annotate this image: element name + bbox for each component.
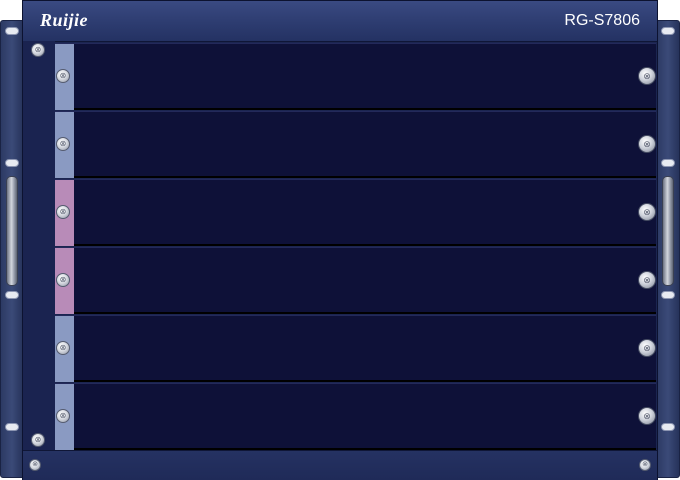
ear-mount-hole: [661, 291, 675, 299]
footer-screw-icon: ⊗: [639, 459, 651, 471]
rail-screw-icon: ⊗: [31, 433, 45, 447]
slot-5[interactable]: ⊗ ⊗: [55, 315, 656, 382]
slot-right-screw-icon: ⊗: [638, 135, 656, 153]
left-mounting-ear: [0, 20, 24, 478]
chassis-header: Ruijie RG-S7806: [23, 1, 657, 42]
right-mounting-ear: [656, 20, 680, 478]
right-handle[interactable]: [662, 176, 674, 286]
slot-left-screw-icon: ⊗: [56, 273, 70, 287]
ear-mount-hole: [661, 423, 675, 431]
ear-mount-hole: [661, 159, 675, 167]
ear-mount-hole: [5, 291, 19, 299]
slot-left-screw-icon: ⊗: [56, 137, 70, 151]
slot-1[interactable]: ⊗ ⊗: [55, 43, 656, 110]
slot-right-screw-icon: ⊗: [638, 203, 656, 221]
slot-2[interactable]: ⊗ ⊗: [55, 111, 656, 178]
slot-left-screw-icon: ⊗: [56, 69, 70, 83]
slot-right-screw-icon: ⊗: [638, 67, 656, 85]
switch-chassis: Ruijie RG-S7806 ⊗ ⊗ ⊗ ⊗ ⊗ ⊗ ⊗ ⊗ ⊗ ⊗ ⊗ ⊗ ⊗ ⊗ ⊗ ⊗: [22, 0, 658, 480]
brand-logo: Ruijie: [40, 10, 89, 30]
left-handle[interactable]: [6, 176, 18, 286]
slot-6[interactable]: ⊗ ⊗: [55, 383, 656, 450]
slot-4[interactable]: ⊗ ⊗: [55, 247, 656, 314]
ear-mount-hole: [5, 423, 19, 431]
ear-mount-hole: [5, 27, 19, 35]
model-name: RG-S7806: [564, 12, 640, 29]
slot-right-screw-icon: ⊗: [638, 407, 656, 425]
ear-mount-hole: [661, 27, 675, 35]
slot-right-screw-icon: ⊗: [638, 339, 656, 357]
ear-mount-hole: [5, 159, 19, 167]
footer-screw-icon: ⊗: [29, 459, 41, 471]
slot-left-screw-icon: ⊗: [56, 205, 70, 219]
slot-3[interactable]: ⊗ ⊗: [55, 179, 656, 246]
rail-screw-icon: ⊗: [31, 43, 45, 57]
left-rail: [23, 41, 55, 450]
slot-left-screw-icon: ⊗: [56, 341, 70, 355]
chassis-footer: ⊗ ⊗: [23, 450, 657, 480]
slot-right-screw-icon: ⊗: [638, 271, 656, 289]
slot-left-screw-icon: ⊗: [56, 409, 70, 423]
